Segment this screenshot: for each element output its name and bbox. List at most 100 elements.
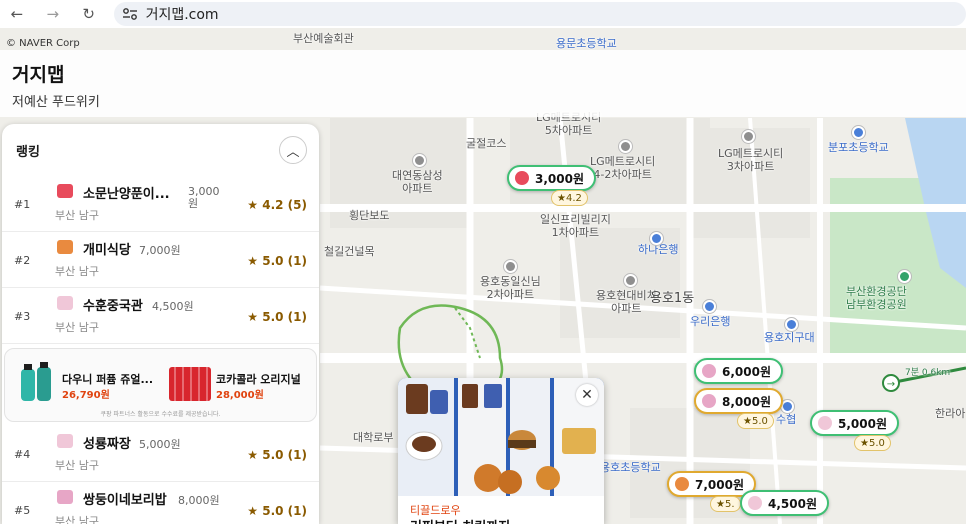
ad-product-name: 코카콜라 오리지널 (216, 373, 301, 386)
map-label-hoengdan: 횡단보도 (349, 209, 390, 222)
map-label-yongho-ilsin: 용호동일신님 2차아파트 (480, 275, 541, 301)
restaurant-name: 수훈중국관 (83, 299, 143, 314)
poi-bank-icon (703, 300, 716, 313)
price-pin[interactable]: 3,000원 (507, 165, 596, 191)
rank-number: #1 (14, 198, 31, 211)
bowl-icon (675, 477, 689, 491)
pin-rating: ★5. (716, 498, 735, 510)
address-bar[interactable]: 거지맵.com (113, 2, 966, 26)
rank-number: #3 (14, 310, 31, 323)
map-label-walk: 7분 0.6km (905, 368, 951, 378)
product-image (21, 362, 51, 401)
ranking-row[interactable]: #3 수훈중국관 4,500원 부산 남구 ★ 5.0 (1) (2, 288, 319, 344)
map-label-daeyeon: 대연동삼성 아파트 (392, 169, 443, 195)
map-label-hanra: 한라아 (935, 407, 966, 420)
rank-number: #4 (14, 448, 31, 461)
site-settings-icon[interactable] (122, 7, 138, 21)
map-label-yongho-school: 용호초등학교 (600, 461, 661, 474)
ranking-row[interactable]: #2 개미식당 7,000원 부산 남구 ★ 5.0 (1) (2, 232, 319, 288)
rank-number: #2 (14, 254, 31, 267)
app-header: 거지맵 저예산 푸드위키 (0, 50, 966, 117)
pin-price: 6,000원 (722, 364, 771, 379)
price-pin[interactable]: 8,000원 (694, 388, 783, 414)
restaurant-price: 7,000원 (139, 244, 181, 257)
price-pin[interactable]: 5,000원 (810, 410, 899, 436)
ad-product-price: 26,790원 (62, 390, 110, 401)
forward-icon[interactable]: → (42, 3, 64, 25)
poi-building-icon (504, 260, 517, 273)
temple-icon (818, 416, 832, 430)
map-attribution: © NAVER Corp (6, 38, 80, 49)
restaurant-name: 성룡짜장 (83, 437, 131, 452)
back-icon[interactable]: ← (6, 3, 28, 25)
map-label-railway: 철길건널목 (324, 245, 375, 258)
promo-title: 커피부터 치킨까지 (410, 516, 510, 524)
ranking-row[interactable]: #1 소문난양푼이... 3,000원 부산 남구 ★ 4.2 (5) (2, 176, 319, 232)
collapse-button[interactable]: ︿ (279, 136, 307, 164)
price-pin[interactable]: 6,000원 (694, 358, 783, 384)
promo-image (398, 378, 604, 496)
ranking-title: 랭킹 (16, 144, 40, 160)
pin-rating: ★5.0 (860, 437, 885, 449)
pin-rating-badge: ★5. (710, 496, 741, 512)
restaurant-rating: ★ 5.0 (1) (247, 310, 307, 324)
restaurant-rating: ★ 4.2 (5) (247, 198, 307, 212)
price-pin[interactable]: 4,500원 (740, 490, 829, 516)
map-label-ilsin: 일신프리빌리지 1차아파트 (540, 213, 611, 239)
promo-popup[interactable]: ✕ 티끌드로우 커피부터 치킨까지 (398, 378, 604, 524)
restaurant-name: 개미식당 (83, 243, 131, 258)
map-label-suyeong: 수협 (776, 413, 797, 426)
app-title: 거지맵 (12, 64, 65, 86)
restaurant-location: 부산 남구 (55, 265, 99, 278)
map-label-lg42: LG메트로시티 4-2차아파트 (590, 155, 656, 181)
ranking-row[interactable]: #5 쌍둥이네보리밥 8,000원 부산 남구 ★ 5.0 (1) (2, 482, 319, 524)
pin-price: 4,500원 (768, 496, 817, 511)
reload-icon[interactable]: ↻ (78, 3, 100, 25)
app-subtitle: 저예산 푸드위키 (12, 95, 100, 110)
map-label-university: 대학로부 (353, 431, 394, 444)
bowl-icon (515, 171, 529, 185)
restaurant-location: 부산 남구 (55, 515, 99, 524)
dumpling-icon (702, 364, 716, 378)
map-label-yongho-hyundai: 용호현대비치 아파트 (596, 289, 657, 315)
close-icon[interactable]: ✕ (576, 384, 598, 406)
restaurant-price: 4,500원 (152, 300, 194, 313)
map-label-lg3: LG메트로시티 3차아파트 (718, 147, 784, 173)
restaurant-rating: ★ 5.0 (1) (247, 254, 307, 268)
ad-banner[interactable]: 다우니 퍼퓸 쥬얼... 26,790원 코카콜라 오리지널 28,000원 쿠… (4, 348, 317, 422)
poi-police-icon (785, 318, 798, 331)
pin-rating-badge: ★5.0 (737, 413, 774, 429)
pin-price: 8,000원 (722, 394, 771, 409)
temple-icon (57, 434, 73, 448)
ad-disclaimer: 쿠팡 파트너스 활동으로 수수료를 제공받습니다. (100, 411, 221, 418)
restaurant-price: 3,000원 (188, 185, 220, 211)
restaurant-rating: ★ 5.0 (1) (247, 448, 307, 462)
pin-price: 7,000원 (695, 477, 744, 492)
map-label-woori-bank: 우리은행 (690, 315, 731, 328)
ranking-header: 랭킹 ︿ (2, 124, 319, 176)
map-label-hana-bank: 하나은행 (638, 243, 679, 256)
map-label-yongho1dong: 용호1동 (650, 291, 695, 306)
poi-building-icon (619, 140, 632, 153)
ad-product-price: 28,000원 (216, 390, 264, 401)
bowl-icon (57, 240, 73, 254)
poi-building-icon (742, 130, 755, 143)
bowl-icon (57, 184, 73, 198)
restaurant-name: 소문난양푼이... (83, 187, 170, 202)
restaurant-price: 5,000원 (139, 438, 181, 451)
ranking-row[interactable]: #4 성룡짜장 5,000원 부산 남구 ★ 5.0 (1) (2, 426, 319, 482)
map-label-art-hall: 부산예술회관 (293, 32, 354, 45)
poi-park-icon (898, 270, 911, 283)
restaurant-location: 부산 남구 (55, 209, 99, 222)
pin-rating-badge: ★5.0 (854, 435, 891, 451)
rice-icon (702, 394, 716, 408)
chevron-up-icon: ︿ (286, 144, 300, 160)
restaurant-price: 8,000원 (178, 494, 220, 507)
poi-school-icon (852, 126, 865, 139)
map-label-bunpo-school: 분포초등학교 (828, 141, 889, 154)
address-url[interactable]: 거지맵.com (146, 4, 219, 24)
poi-bank-icon (650, 232, 663, 245)
map-label-yongho-district: 용호지구대 (764, 331, 815, 344)
rice-icon (57, 490, 73, 504)
ranking-panel: 랭킹 ︿ #1 소문난양푼이... 3,000원 부산 남구 ★ 4.2 (5)… (2, 124, 319, 524)
